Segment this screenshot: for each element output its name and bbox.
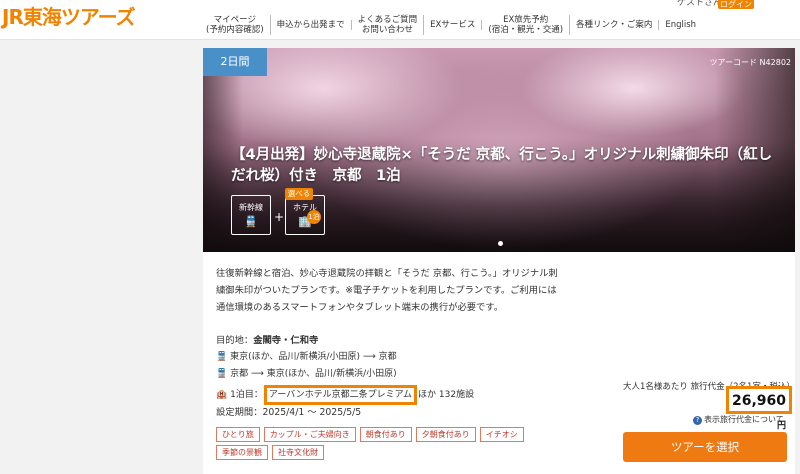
tag: イチオシ — [479, 427, 524, 442]
nav-english[interactable]: English — [659, 20, 702, 30]
question-icon: ? — [693, 416, 702, 425]
price-info-link[interactable]: ? 表示旅行代金について — [693, 414, 784, 425]
shinkansen-badge: 新幹線 🚆 — [231, 195, 271, 235]
destination: 目的地：金閣寺・仁和寺 — [216, 335, 319, 346]
tag-list: ひとり旅 カップル・ご夫婦向き 朝食付あり 夕朝食付あり イチオシ 季節の景観 … — [216, 427, 576, 460]
set-period: 設定期間：2025/4/1 〜 2025/5/5 — [216, 407, 362, 418]
main-nav: マイページ (予約内容確認) 申込から出発まで よくあるご質問 お問い合わせ E… — [200, 14, 702, 36]
nav-faq[interactable]: よくあるご質問 お問い合わせ — [352, 15, 425, 35]
carousel-dot[interactable] — [498, 241, 503, 246]
hotel-info: 🏨 1泊目： アーバンホテル京都二条プレミアム ほか 132施設 — [216, 385, 474, 405]
nav-ex-travel-booking[interactable]: EX旅先予約 (宿泊・観光・交通) — [482, 15, 571, 35]
tag: ひとり旅 — [216, 427, 260, 442]
price-box: 26,960円 — [726, 386, 792, 431]
hero-image: 2日間 ツアーコード N42802 【4月出発】妙心寺退蔵院×「そうだ 京都、行… — [203, 48, 795, 252]
price-amount: 26,960 — [731, 393, 786, 409]
site-header: JR東海ツアーズ ゲストさん ログイン マイページ (予約内容確認) 申込から出… — [0, 0, 800, 40]
nav-mypage[interactable]: マイページ (予約内容確認) — [200, 15, 271, 35]
nav-application-flow[interactable]: 申込から出発まで — [271, 20, 352, 30]
guest-label: ゲストさん — [677, 0, 723, 8]
nights-badge: 1泊 — [307, 210, 321, 224]
hotel-name: アーバンホテル京都二条プレミアム — [263, 385, 418, 405]
hotel-icon: 🏨 — [216, 390, 228, 400]
tag: 季節の景観 — [216, 445, 268, 460]
site-logo[interactable]: JR東海ツアーズ — [2, 1, 136, 30]
login-button[interactable]: ログイン — [718, 0, 754, 9]
train-icon: 🚆 — [216, 369, 228, 379]
route-return: 🚆 京都 ⟶ 東京(ほか、品川/新横浜/小田原) — [216, 369, 397, 379]
tour-title: 【4月出発】妙心寺退蔵院×「そうだ 京都、行こう。」オリジナル刺繍御朱印（紅しだ… — [231, 147, 773, 184]
route-outbound: 🚆 東京(ほか、品川/新横浜/小田原) ⟶ 京都 — [216, 352, 397, 362]
nav-links[interactable]: 各種リンク・ご案内 — [570, 20, 660, 30]
choice-badge: 選べる — [285, 188, 313, 200]
tour-code: ツアーコード N42802 — [709, 58, 792, 67]
nav-ex-service[interactable]: EXサービス — [424, 20, 483, 30]
tag: 朝食付あり — [359, 427, 412, 442]
select-tour-button[interactable]: ツアーを選択 — [623, 432, 787, 462]
train-icon: 🚆 — [216, 352, 228, 362]
tour-details-card: 往復新幹線と宿泊、妙心寺退蔵院の拝観と「そうだ 京都、行こう。」オリジナル刺繍御… — [203, 252, 795, 474]
plus-icon: + — [274, 210, 285, 224]
days-badge: 2日間 — [203, 48, 267, 76]
tag: カップル・ご夫婦向き — [263, 427, 356, 442]
tour-description: 往復新幹線と宿泊、妙心寺退蔵院の拝観と「そうだ 京都、行こう。」オリジナル刺繍御… — [216, 268, 558, 313]
tag: 夕朝食付あり — [415, 427, 476, 442]
tag: 社寺文化財 — [272, 445, 324, 460]
train-icon: 🚆 — [244, 215, 258, 228]
